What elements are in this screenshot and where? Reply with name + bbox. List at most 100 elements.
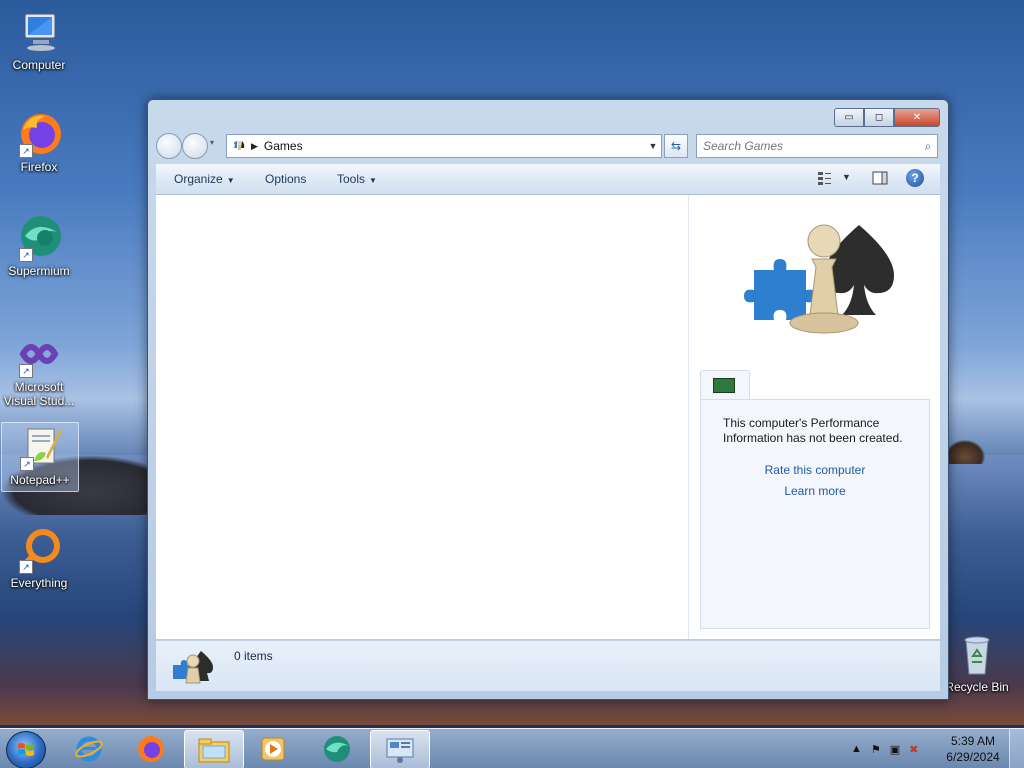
visual-studio-icon: ↗ (15, 330, 63, 378)
learn-more-link[interactable]: Learn more (701, 484, 929, 498)
volume-muted-icon[interactable]: ✖ (909, 743, 918, 756)
desktop-icon-recycle-bin[interactable]: Recycle Bin (942, 630, 1012, 694)
games-explorer-window: ▭ ◻ ✕ ▾ ▶ Games ▼ ⇆ Search Games ⌕ Organ… (147, 99, 949, 700)
chevron-down-icon: ▼ (369, 176, 377, 185)
desktop-icon-firefox[interactable]: ↗ Firefox (1, 110, 77, 174)
clock-time: 5:39 AM (950, 734, 996, 748)
close-button[interactable]: ✕ (894, 108, 940, 127)
breadcrumb-games[interactable]: Games (264, 139, 645, 153)
games-folder-icon (231, 138, 247, 154)
item-count: 0 items (234, 649, 273, 663)
address-dropdown-icon[interactable]: ▼ (645, 141, 661, 151)
desktop-icon-computer[interactable]: Computer (1, 8, 77, 72)
forward-button[interactable] (182, 133, 208, 159)
taskbar-firefox[interactable] (122, 730, 180, 767)
file-list-pane[interactable] (156, 195, 689, 639)
shortcut-arrow-icon: ↗ (19, 144, 33, 158)
show-hidden-icons-icon[interactable]: ▲ (851, 743, 862, 755)
organize-label: Organize (174, 172, 223, 186)
desktop-icon-supermium[interactable]: ↗ Supermium (1, 214, 77, 278)
desktop-icon-label: Microsoft Visual Stud... (3, 380, 75, 408)
view-icon (818, 172, 831, 185)
supermium-icon: ↗ (15, 214, 63, 262)
system-tray: ▲ ⚑ ▣ ✖ (842, 729, 918, 768)
desktop-icon-visual-studio[interactable]: ↗ Microsoft Visual Stud... (1, 330, 77, 408)
organize-menu[interactable]: Organize ▼ (174, 172, 235, 186)
desktop-rock-right (945, 440, 985, 464)
shortcut-arrow-icon: ↗ (19, 364, 33, 378)
shortcut-arrow-icon: ↗ (19, 248, 33, 262)
recycle-bin-icon (953, 630, 1001, 678)
help-button[interactable]: ? (906, 169, 924, 187)
games-small-icon (171, 647, 215, 687)
options-label: Options (265, 172, 307, 186)
shortcut-arrow-icon: ↗ (19, 560, 33, 574)
nav-buttons: ▾ (156, 132, 216, 159)
performance-panel: This computer's Performance Information … (700, 399, 930, 629)
desktop-icon-label: Notepad++ (10, 473, 70, 487)
desktop-icon-notepadpp[interactable]: ↗ Notepad++ (1, 422, 79, 492)
network-icon[interactable]: ▣ (890, 743, 900, 756)
notepadpp-icon: ↗ (16, 423, 64, 471)
options-menu[interactable]: Options (265, 172, 306, 186)
refresh-icon: ⇆ (670, 139, 682, 153)
details-pane: 0 items (156, 640, 940, 691)
games-artwork-icon (744, 215, 904, 345)
performance-chip-icon (713, 378, 735, 393)
taskbar-windows-explorer[interactable] (184, 730, 244, 768)
desktop-icon-label: Everything (10, 576, 68, 590)
preview-pane: This computer's Performance Information … (689, 195, 940, 639)
clock[interactable]: 5:39 AM 6/29/2024 (938, 733, 1008, 765)
window-controls: ▭ ◻ ✕ (834, 108, 940, 127)
maximize-button[interactable]: ◻ (864, 108, 894, 127)
performance-tab[interactable] (700, 370, 750, 401)
action-center-flag-icon[interactable]: ⚑ (871, 743, 881, 756)
computer-icon (15, 8, 63, 56)
preview-pane-button[interactable] (871, 169, 889, 190)
address-bar[interactable]: ▶ Games ▼ (226, 134, 662, 158)
folder-icon (198, 738, 230, 762)
windows-logo-icon (18, 743, 34, 756)
desktop-icon-label: Computer (12, 58, 66, 72)
everything-icon: ↗ (15, 526, 63, 574)
taskbar-games-explorer[interactable] (370, 730, 430, 768)
chevron-down-icon: ▼ (226, 176, 235, 185)
view-dropdown-icon[interactable]: ▼ (842, 172, 851, 182)
recent-pages-chevron-icon[interactable]: ▾ (210, 138, 214, 147)
taskbar: ▲ ⚑ ▣ ✖ 5:39 AM 6/29/2024 (0, 728, 1024, 768)
preview-pane-icon (872, 171, 888, 185)
search-box[interactable]: ⌕ (696, 134, 938, 158)
taskbar-internet-explorer[interactable] (60, 730, 118, 767)
games-explorer-icon (386, 738, 414, 763)
clock-date: 6/29/2024 (946, 750, 1000, 764)
search-icon[interactable]: ⌕ (919, 139, 937, 154)
change-view-button[interactable] (816, 169, 834, 190)
navigation-bar: ▾ ▶ Games ▼ ⇆ ⌕ (156, 132, 940, 159)
media-player-icon (261, 737, 285, 760)
back-button[interactable] (156, 133, 182, 159)
desktop-icon-label: Recycle Bin (945, 680, 1009, 694)
tools-label: Tools (337, 172, 366, 186)
internet-explorer-icon (75, 736, 103, 761)
desktop-icon-label: Firefox (20, 160, 58, 174)
help-icon: ? (906, 169, 924, 187)
command-bar: Organize ▼ Options Tools ▼ ▼ ? (156, 164, 940, 195)
shortcut-arrow-icon: ↗ (20, 457, 34, 471)
taskbar-supermium[interactable] (308, 730, 366, 767)
show-desktop-button[interactable] (1009, 729, 1024, 768)
desktop-icon-everything[interactable]: ↗ Everything (1, 526, 77, 590)
start-button[interactable] (6, 731, 46, 768)
firefox-icon (138, 735, 164, 762)
tools-menu[interactable]: Tools ▼ (337, 172, 377, 186)
content-area: This computer's Performance Information … (156, 195, 940, 639)
search-input[interactable] (697, 138, 919, 154)
desktop-icon-label: Supermium (8, 264, 70, 278)
supermium-icon (324, 735, 350, 762)
refresh-button[interactable]: ⇆ (664, 134, 688, 158)
rate-this-computer-link[interactable]: Rate this computer (701, 463, 929, 477)
performance-message: This computer's Performance Information … (723, 416, 903, 445)
firefox-icon: ↗ (15, 110, 63, 158)
minimize-button[interactable]: ▭ (834, 108, 864, 127)
taskbar-media-player[interactable] (244, 730, 302, 767)
breadcrumb-arrow-icon[interactable]: ▶ (251, 141, 258, 152)
